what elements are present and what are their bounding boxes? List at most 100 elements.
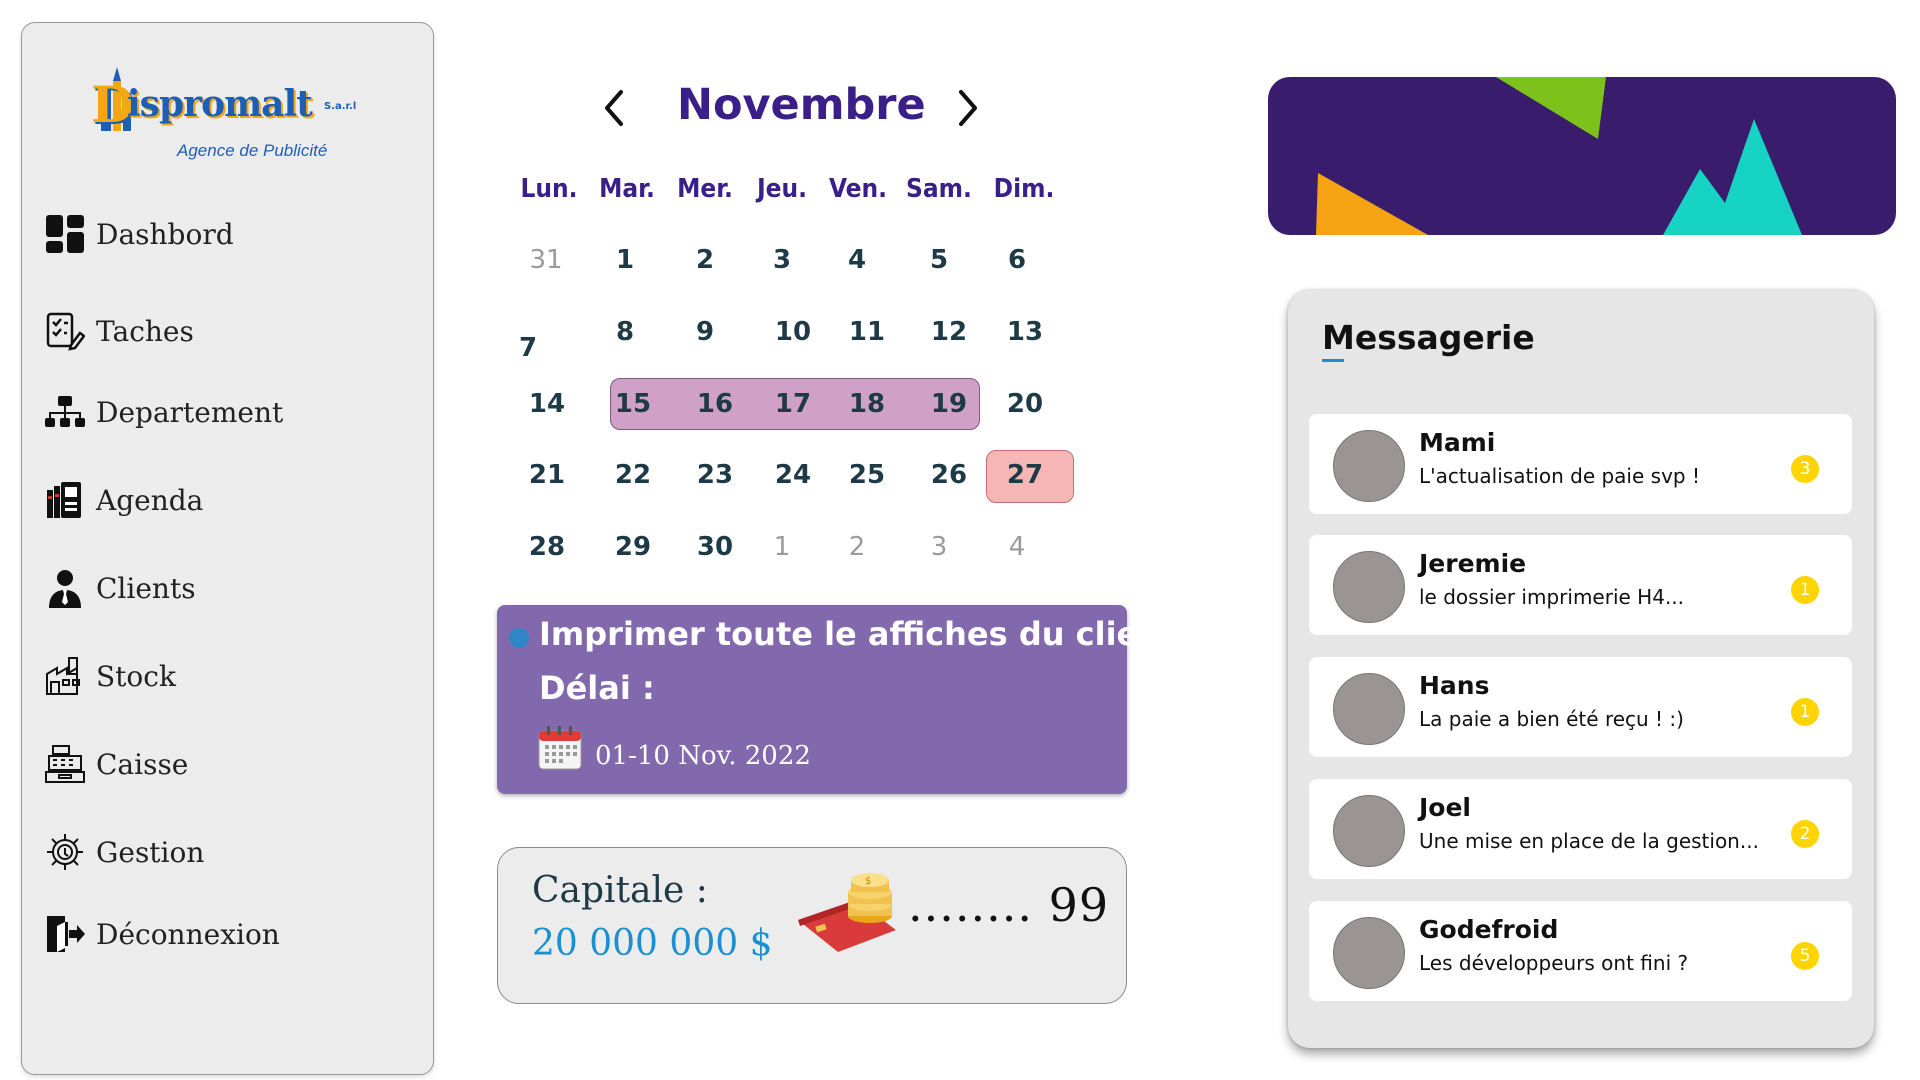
- calendar-day[interactable]: 26: [914, 460, 984, 490]
- logo-sarl: S.a.r.l: [324, 101, 357, 112]
- calendar-day[interactable]: 2: [670, 245, 740, 275]
- calendar-day-today[interactable]: 27: [990, 460, 1060, 490]
- calendar-day[interactable]: 8: [590, 317, 660, 347]
- message-item[interactable]: Mami L'actualisation de paie svp ! 3: [1309, 414, 1852, 514]
- message-sender: Jeremie: [1419, 549, 1527, 578]
- logo-brand: ispromalt: [127, 83, 313, 125]
- calendar-day[interactable]: 24: [758, 460, 828, 490]
- message-preview: le dossier imprimerie H4...: [1419, 585, 1685, 609]
- calendar-day[interactable]: 10: [758, 317, 828, 347]
- logout-icon: [44, 913, 86, 955]
- calendar-icon: [537, 725, 583, 775]
- calendar-day[interactable]: 17: [758, 389, 828, 419]
- task-title: Imprimer toute le affiches du client: [539, 615, 1177, 653]
- calendar-day[interactable]: 21: [512, 460, 582, 490]
- calendar-day[interactable]: 25: [832, 460, 902, 490]
- avatar: [1333, 430, 1405, 502]
- message-sender: Joel: [1419, 793, 1472, 822]
- calendar-day[interactable]: 12: [914, 317, 984, 347]
- weekday-label: Dim.: [993, 174, 1055, 204]
- calendar-day[interactable]: 6: [982, 245, 1052, 275]
- user-icon: [44, 567, 86, 609]
- avatar: [1333, 551, 1405, 623]
- calendar-day[interactable]: 22: [598, 460, 668, 490]
- calendar-day[interactable]: 23: [680, 460, 750, 490]
- weekday-label: Mar.: [599, 174, 655, 204]
- unread-badge: 3: [1791, 455, 1819, 483]
- message-sender: Mami: [1419, 428, 1496, 457]
- decorative-banner: [1268, 77, 1896, 235]
- warehouse-icon: [44, 655, 86, 697]
- sidebar-item-label: Departement: [96, 395, 284, 429]
- prev-month-button[interactable]: [595, 86, 635, 130]
- sidebar-item-label: Agenda: [96, 483, 204, 517]
- svg-text:$: $: [865, 876, 871, 887]
- agenda-icon: [44, 479, 86, 521]
- unread-badge: 2: [1791, 820, 1819, 848]
- sidebar: D ispromalt S.a.r.l Agence de Publicité …: [21, 22, 434, 1075]
- calendar-day[interactable]: 20: [990, 389, 1060, 419]
- message-preview: L'actualisation de paie svp !: [1419, 464, 1700, 488]
- title-underline: [1322, 359, 1344, 362]
- weekday-label: Sam.: [906, 174, 972, 204]
- message-item[interactable]: Hans La paie a bien été reçu ! :) 1: [1309, 657, 1852, 757]
- calendar-month: Novembre: [677, 80, 926, 130]
- unread-badge: 5: [1791, 942, 1819, 970]
- calendar-day[interactable]: 1: [747, 532, 817, 562]
- calendar-day[interactable]: 11: [832, 317, 902, 347]
- calendar-day[interactable]: 4: [982, 532, 1052, 562]
- banner-shapes-icon: [1316, 77, 1802, 235]
- sidebar-item-deconnexion[interactable]: Déconnexion: [44, 909, 404, 959]
- tasks-icon: [44, 310, 86, 352]
- logo-tagline: Agence de Publicité: [177, 141, 328, 160]
- calendar-day[interactable]: 3: [747, 245, 817, 275]
- dashboard-icon: [44, 213, 86, 255]
- message-sender: Godefroid: [1419, 915, 1559, 944]
- message-sender: Hans: [1419, 671, 1490, 700]
- company-logo[interactable]: D ispromalt S.a.r.l Agence de Publicité: [87, 55, 357, 165]
- calendar-day[interactable]: 30: [680, 532, 750, 562]
- sidebar-item-dashbord[interactable]: Dashbord: [44, 209, 404, 259]
- next-month-button[interactable]: [947, 86, 987, 130]
- weekday-label: Lun.: [520, 174, 578, 204]
- capital-card: Capitale : 20 000 000 $ $ ........ 99: [497, 847, 1127, 1004]
- calendar-day[interactable]: 2: [822, 532, 892, 562]
- calendar-day[interactable]: 31: [511, 245, 581, 275]
- capital-label: Capitale :: [532, 870, 708, 911]
- sidebar-item-label: Dashbord: [96, 217, 234, 251]
- message-preview: Une mise en place de la gestion...: [1419, 829, 1759, 853]
- sidebar-item-taches[interactable]: Taches: [44, 306, 404, 356]
- message-item[interactable]: Jeremie le dossier imprimerie H4... 1: [1309, 535, 1852, 635]
- calendar-day[interactable]: 13: [990, 317, 1060, 347]
- unread-badge: 1: [1791, 576, 1819, 604]
- sidebar-item-label: Stock: [96, 659, 176, 693]
- calendar-day[interactable]: 3: [904, 532, 974, 562]
- message-item[interactable]: Godefroid Les développeurs ont fini ? 5: [1309, 901, 1852, 1001]
- calendar-day[interactable]: 28: [512, 532, 582, 562]
- sidebar-item-clients[interactable]: Clients: [44, 563, 404, 613]
- sidebar-item-departement[interactable]: Departement: [44, 387, 404, 437]
- calendar-day[interactable]: 1: [590, 245, 660, 275]
- message-item[interactable]: Joel Une mise en place de la gestion... …: [1309, 779, 1852, 879]
- task-card[interactable]: Imprimer toute le affiches du client Dél…: [497, 605, 1176, 794]
- calendar-day[interactable]: 29: [598, 532, 668, 562]
- avatar: [1333, 673, 1405, 745]
- calendar-day[interactable]: 14: [512, 389, 582, 419]
- sidebar-item-agenda[interactable]: Agenda: [44, 475, 404, 525]
- message-preview: Les développeurs ont fini ?: [1419, 951, 1689, 975]
- sidebar-item-caisse[interactable]: Caisse: [44, 739, 404, 789]
- sidebar-item-stock[interactable]: Stock: [44, 651, 404, 701]
- org-chart-icon: [44, 391, 86, 433]
- unread-badge: 1: [1791, 698, 1819, 726]
- calendar-day[interactable]: 9: [670, 317, 740, 347]
- calendar-day[interactable]: 15: [598, 389, 668, 419]
- chevron-left-icon: [605, 90, 623, 126]
- calendar-day[interactable]: 19: [914, 389, 984, 419]
- calendar-day[interactable]: 4: [822, 245, 892, 275]
- calendar-day[interactable]: 18: [832, 389, 902, 419]
- calendar-day[interactable]: 5: [904, 245, 974, 275]
- calendar-day[interactable]: 16: [680, 389, 750, 419]
- calendar-day[interactable]: 7: [493, 333, 563, 363]
- message-preview: La paie a bien été reçu ! :): [1419, 707, 1684, 731]
- sidebar-item-gestion[interactable]: Gestion: [44, 827, 404, 877]
